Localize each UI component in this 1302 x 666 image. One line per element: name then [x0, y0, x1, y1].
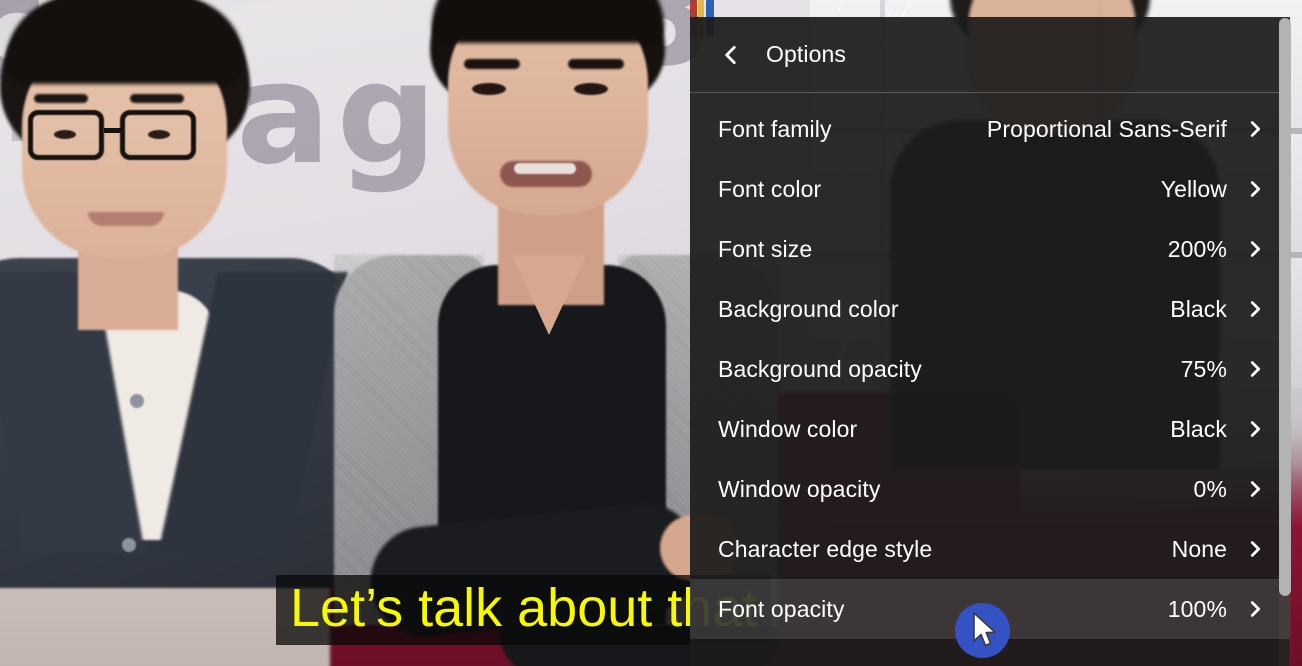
person-left-glasses-bridge: [104, 128, 122, 133]
panel-title: Options: [766, 41, 846, 67]
option-value: None: [1171, 535, 1227, 562]
chevron-right-icon[interactable]: [1244, 178, 1266, 200]
option-label: Character edge style: [718, 535, 933, 562]
chevron-right-icon[interactable]: [1244, 598, 1266, 620]
option-value: Black: [1170, 295, 1227, 322]
option-label: Font family: [718, 115, 832, 142]
chevron-right-icon[interactable]: [1244, 418, 1266, 440]
person-center-eye: [574, 83, 608, 95]
panel-scrollbar-thumb[interactable]: [1279, 18, 1291, 596]
option-label: Window color: [718, 415, 858, 442]
chevron-right-icon[interactable]: [1244, 538, 1266, 560]
person-center-eyebrow: [568, 59, 624, 69]
person-center-teeth: [514, 163, 576, 174]
chevron-left-icon[interactable]: [718, 42, 744, 68]
person-left-hair-front: [6, 0, 244, 84]
chevron-right-icon[interactable]: [1244, 478, 1266, 500]
person-center-hair-front: [432, 0, 664, 43]
mouse-cursor-icon: [972, 612, 998, 650]
person-left-button: [130, 394, 144, 408]
option-value: Proportional Sans-Serif: [986, 115, 1227, 142]
option-row-window-opacity[interactable]: Window opacity 0%: [690, 459, 1290, 519]
option-label: Window opacity: [718, 475, 881, 502]
captions-options-panel: Options Font family Proportional Sans-Se…: [690, 17, 1290, 666]
option-label: Background opacity: [718, 355, 922, 382]
option-value: Black: [1170, 415, 1227, 442]
person-left-button: [122, 538, 136, 552]
panel-scrollbar-track[interactable]: [1279, 17, 1291, 666]
option-row-character-edge-style[interactable]: Character edge style None: [690, 519, 1290, 579]
option-label: Font opacity: [718, 595, 845, 622]
chevron-right-icon[interactable]: [1244, 238, 1266, 260]
option-label: Font color: [718, 175, 822, 202]
chevron-right-icon[interactable]: [1244, 118, 1266, 140]
person-left-eye: [54, 130, 76, 139]
option-row-background-opacity[interactable]: Background opacity 75%: [690, 339, 1290, 399]
person-left-mouth: [88, 212, 164, 226]
person-left-eye: [148, 130, 170, 139]
options-list: Font family Proportional Sans-Serif Font…: [690, 93, 1290, 639]
option-row-font-family[interactable]: Font family Proportional Sans-Serif: [690, 99, 1290, 159]
person-left-eyebrow: [130, 94, 184, 103]
option-row-font-size[interactable]: Font size 200%: [690, 219, 1290, 279]
chevron-right-icon[interactable]: [1244, 358, 1266, 380]
option-value: 100%: [1167, 595, 1227, 622]
person-left-eyebrow: [34, 94, 88, 103]
option-value: 75%: [1180, 355, 1227, 382]
option-label: Font size: [718, 235, 813, 262]
person-center-eye: [472, 83, 506, 95]
option-value: Yellow: [1160, 175, 1227, 202]
panel-header[interactable]: Options: [690, 17, 1290, 93]
person-center-eyebrow: [464, 59, 520, 69]
option-label: Background color: [718, 295, 899, 322]
option-value: 0%: [1193, 475, 1227, 502]
option-row-background-color[interactable]: Background color Black: [690, 279, 1290, 339]
chevron-right-icon[interactable]: [1244, 298, 1266, 320]
video-player-stage: c bag ts B: [0, 0, 1302, 666]
option-row-window-color[interactable]: Window color Black: [690, 399, 1290, 459]
option-row-font-color[interactable]: Font color Yellow: [690, 159, 1290, 219]
option-value: 200%: [1167, 235, 1227, 262]
